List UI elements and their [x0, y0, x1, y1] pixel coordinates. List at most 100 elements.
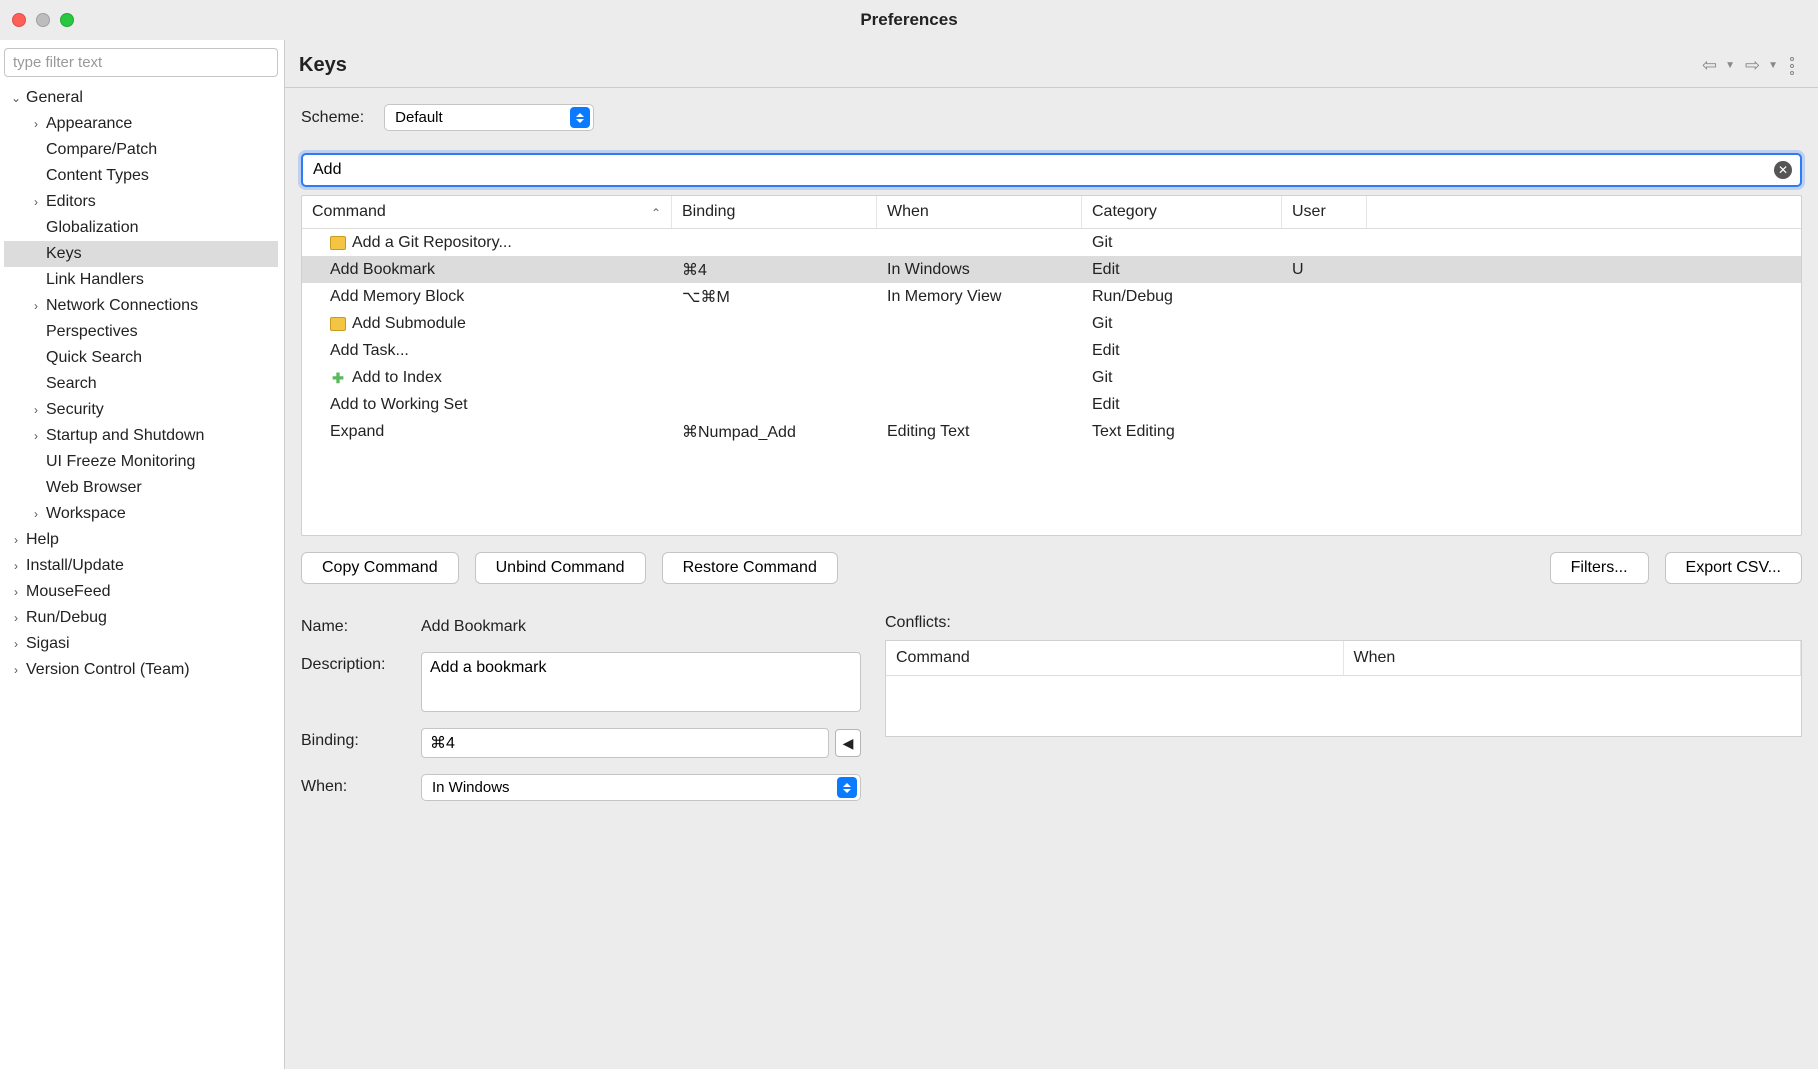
conflicts-table: Command When	[885, 640, 1802, 737]
table-row[interactable]: Add a Git Repository...Git	[302, 229, 1801, 256]
tree-arrow-icon[interactable]: ›	[8, 559, 24, 573]
col-category[interactable]: Category	[1082, 196, 1282, 228]
tree-node[interactable]: ·Perspectives	[4, 319, 278, 345]
tree-node[interactable]: ›Run/Debug	[4, 605, 278, 631]
tree-node[interactable]: ›Workspace	[4, 501, 278, 527]
tree-node-label: Web Browser	[44, 479, 142, 497]
tree-node[interactable]: ·Web Browser	[4, 475, 278, 501]
tree-arrow-icon[interactable]: ›	[28, 507, 44, 521]
cell-binding: ⌥⌘M	[672, 287, 877, 307]
cell-command: Add to Working Set	[302, 396, 672, 414]
table-row[interactable]: Add Memory Block⌥⌘MIn Memory ViewRun/Deb…	[302, 283, 1801, 310]
when-select[interactable]: In Windows	[421, 774, 861, 801]
table-row[interactable]: Expand⌘Numpad_AddEditing TextText Editin…	[302, 418, 1801, 445]
clear-search-icon[interactable]: ✕	[1774, 161, 1792, 179]
tree-arrow-icon: ·	[28, 143, 44, 157]
cell-command-text: Add Memory Block	[330, 288, 464, 306]
tree-node[interactable]: ·Link Handlers	[4, 267, 278, 293]
conflicts-body	[886, 676, 1801, 736]
col-when[interactable]: When	[877, 196, 1082, 228]
unbind-command-button[interactable]: Unbind Command	[475, 552, 646, 584]
preferences-tree[interactable]: ⌄General›Appearance·Compare/Patch·Conten…	[4, 85, 278, 683]
tree-node[interactable]: ·Keys	[4, 241, 278, 267]
tree-node[interactable]: ›Security	[4, 397, 278, 423]
plus-icon: ✚	[330, 371, 346, 385]
tree-node[interactable]: ›Network Connections	[4, 293, 278, 319]
restore-command-button[interactable]: Restore Command	[662, 552, 838, 584]
table-row[interactable]: Add to Working Set Edit	[302, 391, 1801, 418]
tree-arrow-icon[interactable]: ›	[8, 611, 24, 625]
tree-arrow-icon[interactable]: ›	[8, 585, 24, 599]
cell-command-text: Add Bookmark	[330, 261, 435, 279]
tree-arrow-icon[interactable]: ›	[8, 637, 24, 651]
binding-back-icon[interactable]: ◀	[835, 729, 861, 757]
tree-arrow-icon[interactable]: ›	[28, 299, 44, 313]
tree-arrow-icon[interactable]: ›	[28, 117, 44, 131]
command-search-input[interactable]	[301, 153, 1802, 187]
folder-icon	[330, 317, 346, 331]
col-command[interactable]: Command	[302, 196, 672, 228]
tree-arrow-icon[interactable]: ›	[8, 533, 24, 547]
copy-command-button[interactable]: Copy Command	[301, 552, 459, 584]
cell-category: Edit	[1082, 396, 1282, 414]
tree-node-label: Security	[44, 401, 104, 419]
cell-binding: ⌘4	[672, 260, 877, 280]
tree-node-label: Network Connections	[44, 297, 198, 315]
tree-node[interactable]: ›MouseFeed	[4, 579, 278, 605]
tree-node[interactable]: ·Search	[4, 371, 278, 397]
conflicts-col-when[interactable]: When	[1344, 641, 1802, 675]
description-textarea[interactable]: Add a bookmark	[421, 652, 861, 712]
conflicts-col-command[interactable]: Command	[886, 641, 1344, 675]
titlebar: Preferences	[0, 0, 1818, 40]
tree-node[interactable]: ›Install/Update	[4, 553, 278, 579]
tree-node[interactable]: ›Help	[4, 527, 278, 553]
export-csv-button[interactable]: Export CSV...	[1665, 552, 1802, 584]
tree-node-label: Appearance	[44, 115, 132, 133]
binding-input[interactable]	[421, 728, 829, 758]
cell-when: Editing Text	[877, 423, 1082, 441]
tree-arrow-icon[interactable]: ›	[8, 663, 24, 677]
tree-arrow-icon[interactable]: ›	[28, 429, 44, 443]
tree-node-label: Version Control (Team)	[24, 661, 190, 679]
main-panel: Keys ⇦▼ ⇨▼ Scheme: Default ✕ C	[285, 40, 1818, 1069]
table-row[interactable]: Add SubmoduleGit	[302, 310, 1801, 337]
cell-command-text: Add to Index	[352, 369, 442, 387]
nav-forward-icon[interactable]: ⇨	[1743, 55, 1762, 76]
tree-arrow-icon[interactable]: ›	[28, 403, 44, 417]
col-binding[interactable]: Binding	[672, 196, 877, 228]
tree-node[interactable]: ·UI Freeze Monitoring	[4, 449, 278, 475]
tree-node-label: MouseFeed	[24, 583, 111, 601]
tree-node[interactable]: ·Globalization	[4, 215, 278, 241]
tree-arrow-icon[interactable]: ⌄	[8, 91, 24, 105]
overflow-menu-icon[interactable]	[1786, 57, 1798, 75]
filters-button[interactable]: Filters...	[1550, 552, 1649, 584]
nav-back-icon[interactable]: ⇦	[1700, 55, 1719, 76]
tree-node[interactable]: ›Appearance	[4, 111, 278, 137]
tree-node[interactable]: ·Compare/Patch	[4, 137, 278, 163]
col-user[interactable]: User	[1282, 196, 1367, 228]
table-header: Command Binding When Category User	[302, 196, 1801, 229]
cell-command: Add Memory Block	[302, 288, 672, 306]
filter-input[interactable]	[4, 48, 278, 77]
name-value: Add Bookmark	[421, 614, 526, 636]
tree-node[interactable]: ›Startup and Shutdown	[4, 423, 278, 449]
tree-arrow-icon: ·	[28, 455, 44, 469]
tree-node[interactable]: ⌄General	[4, 85, 278, 111]
tree-node[interactable]: ·Quick Search	[4, 345, 278, 371]
tree-node[interactable]: ·Content Types	[4, 163, 278, 189]
table-row[interactable]: Add Bookmark⌘4In WindowsEditU	[302, 256, 1801, 283]
scheme-select[interactable]: Default	[384, 104, 594, 131]
tree-arrow-icon[interactable]: ›	[28, 195, 44, 209]
nav-back-caret-icon[interactable]: ▼	[1725, 60, 1735, 71]
nav-forward-caret-icon[interactable]: ▼	[1768, 60, 1778, 71]
tree-node[interactable]: ›Version Control (Team)	[4, 657, 278, 683]
tree-arrow-icon: ·	[28, 351, 44, 365]
table-row[interactable]: ✚Add to IndexGit	[302, 364, 1801, 391]
tree-node[interactable]: ›Editors	[4, 189, 278, 215]
tree-node[interactable]: ›Sigasi	[4, 631, 278, 657]
tree-node-label: Compare/Patch	[44, 141, 157, 159]
table-body: Add a Git Repository...Git Add Bookmark ⌘4…	[302, 229, 1801, 445]
cell-category: Text Editing	[1082, 423, 1282, 441]
table-row[interactable]: Add Task...Edit	[302, 337, 1801, 364]
keys-table: Command Binding When Category User Add a…	[301, 195, 1802, 536]
